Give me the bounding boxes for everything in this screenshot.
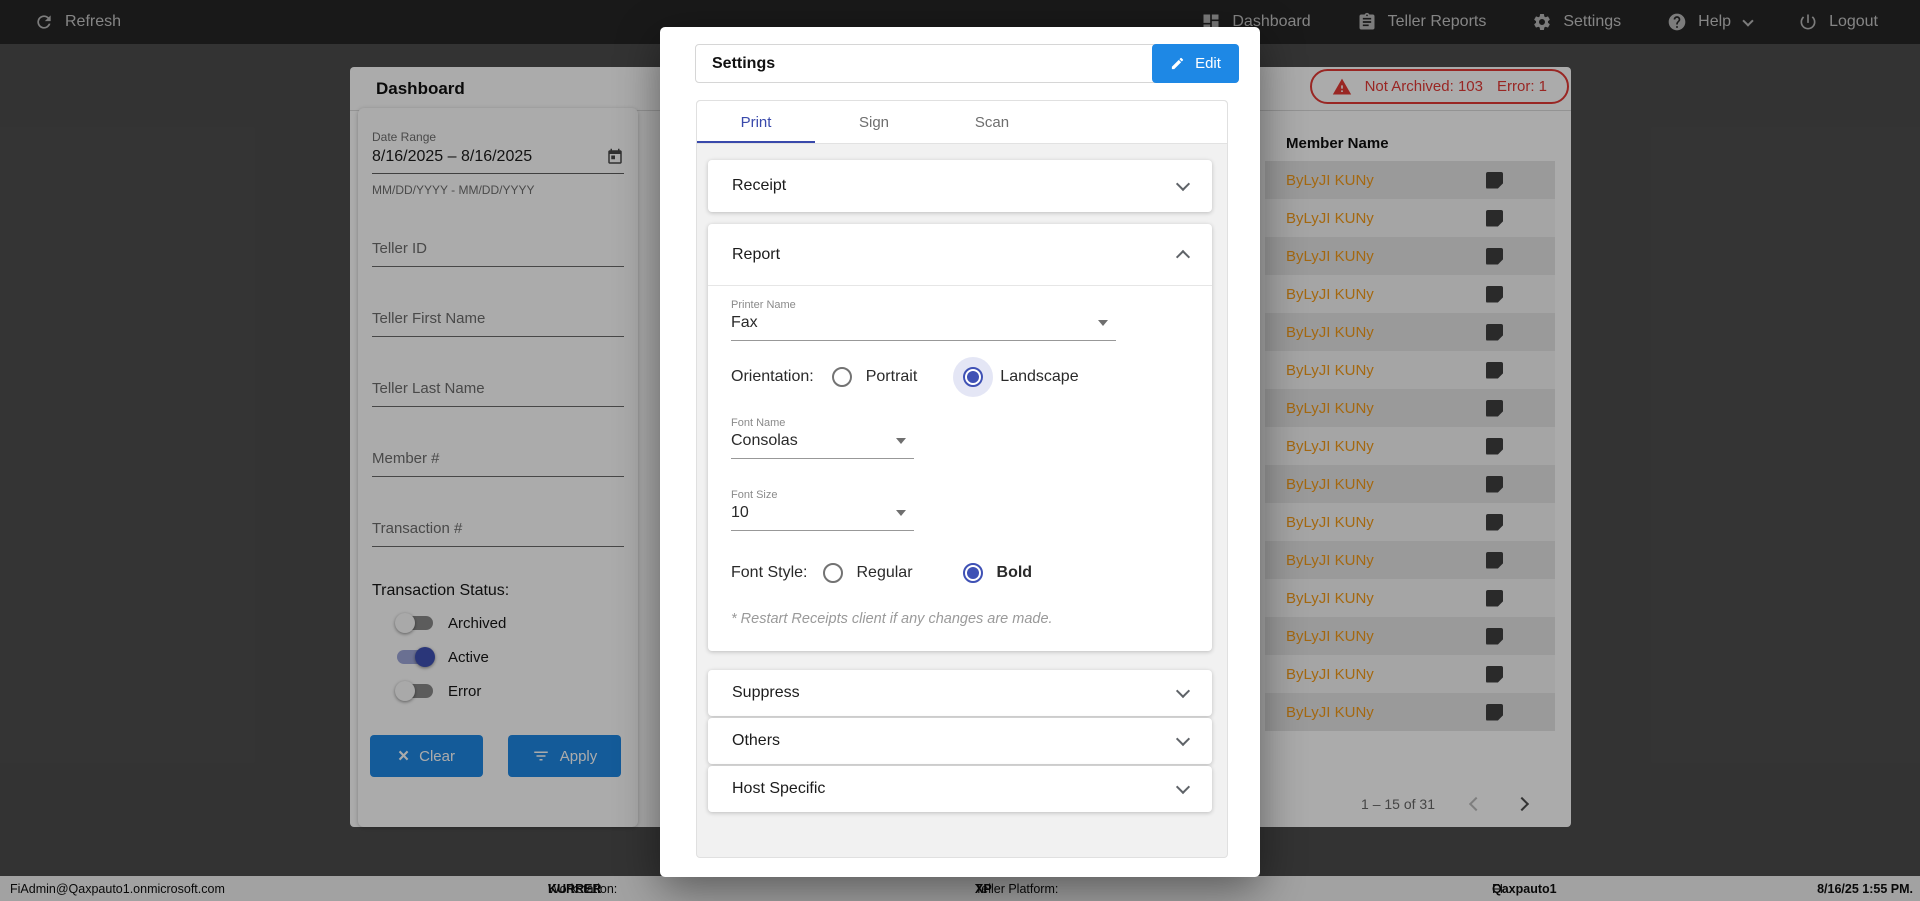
dropdown-arrow-icon xyxy=(896,438,906,444)
suppress-header[interactable]: Suppress xyxy=(708,670,1212,716)
dialog-title: Settings xyxy=(696,55,775,73)
font-name-value: Consolas xyxy=(731,432,798,450)
orientation-label: Orientation: xyxy=(731,368,814,386)
printer-name-value: Fax xyxy=(731,314,758,332)
report-label: Report xyxy=(732,246,780,264)
dropdown-arrow-icon xyxy=(1098,320,1108,326)
radio-regular[interactable] xyxy=(823,563,843,583)
accordion-list: Receipt Report Printer Name Fax xyxy=(697,144,1227,812)
font-style-label: Font Style: xyxy=(731,564,807,582)
report-header[interactable]: Report xyxy=(708,224,1212,286)
font-size-select[interactable]: Font Size 10 xyxy=(731,489,914,531)
orientation-row: Orientation: Portrait Landscape xyxy=(731,367,1189,387)
regular-label: Regular xyxy=(856,564,912,582)
printer-name-label: Printer Name xyxy=(731,299,1116,311)
report-body: Printer Name Fax Orientation: Portrait xyxy=(708,286,1212,651)
chevron-down-icon xyxy=(1176,779,1190,793)
tab-print[interactable]: Print xyxy=(697,101,815,143)
dialog-header: Settings Edit xyxy=(695,44,1239,83)
printer-name-select[interactable]: Printer Name Fax xyxy=(731,299,1116,341)
font-size-label: Font Size xyxy=(731,489,914,501)
host-specific-header[interactable]: Host Specific xyxy=(708,766,1212,812)
chevron-down-icon xyxy=(1176,683,1190,697)
chevron-up-icon xyxy=(1176,250,1190,264)
bold-label: Bold xyxy=(997,564,1033,582)
font-size-value: 10 xyxy=(731,504,749,522)
receipt-label: Receipt xyxy=(732,177,786,195)
settings-tab-group: Print Sign Scan Receipt Report xyxy=(696,100,1228,858)
tab-scan[interactable]: Scan xyxy=(933,101,1051,143)
settings-dialog: Settings Edit Print Sign Scan Receipt xyxy=(660,27,1260,877)
receipt-header[interactable]: Receipt xyxy=(708,160,1212,212)
host-specific-label: Host Specific xyxy=(732,780,825,798)
dropdown-arrow-icon xyxy=(896,510,906,516)
edit-button[interactable]: Edit xyxy=(1152,44,1239,83)
section-others: Others xyxy=(708,718,1212,764)
radio-landscape[interactable] xyxy=(963,367,983,387)
font-name-label: Font Name xyxy=(731,417,914,429)
landscape-label: Landscape xyxy=(1000,368,1078,386)
edit-label: Edit xyxy=(1195,55,1221,72)
section-host-specific: Host Specific xyxy=(708,766,1212,812)
pencil-icon xyxy=(1170,56,1185,71)
tab-strip: Print Sign Scan xyxy=(697,101,1227,144)
others-header[interactable]: Others xyxy=(708,718,1212,764)
section-report: Report Printer Name Fax Orientatio xyxy=(708,224,1212,651)
font-name-select[interactable]: Font Name Consolas xyxy=(731,417,914,459)
app-root: Refresh Dashboard Teller Reports Setting… xyxy=(0,0,1920,901)
chevron-down-icon xyxy=(1176,731,1190,745)
section-receipt: Receipt xyxy=(708,160,1212,212)
others-label: Others xyxy=(732,732,780,750)
tab-sign[interactable]: Sign xyxy=(815,101,933,143)
portrait-label: Portrait xyxy=(866,368,918,386)
section-suppress: Suppress xyxy=(708,670,1212,716)
radio-bold[interactable] xyxy=(963,563,983,583)
radio-portrait[interactable] xyxy=(832,367,852,387)
suppress-label: Suppress xyxy=(732,684,800,702)
font-style-row: Font Style: Regular Bold xyxy=(731,563,1189,583)
chevron-down-icon xyxy=(1176,176,1190,190)
restart-note: * Restart Receipts client if any changes… xyxy=(731,611,1189,627)
